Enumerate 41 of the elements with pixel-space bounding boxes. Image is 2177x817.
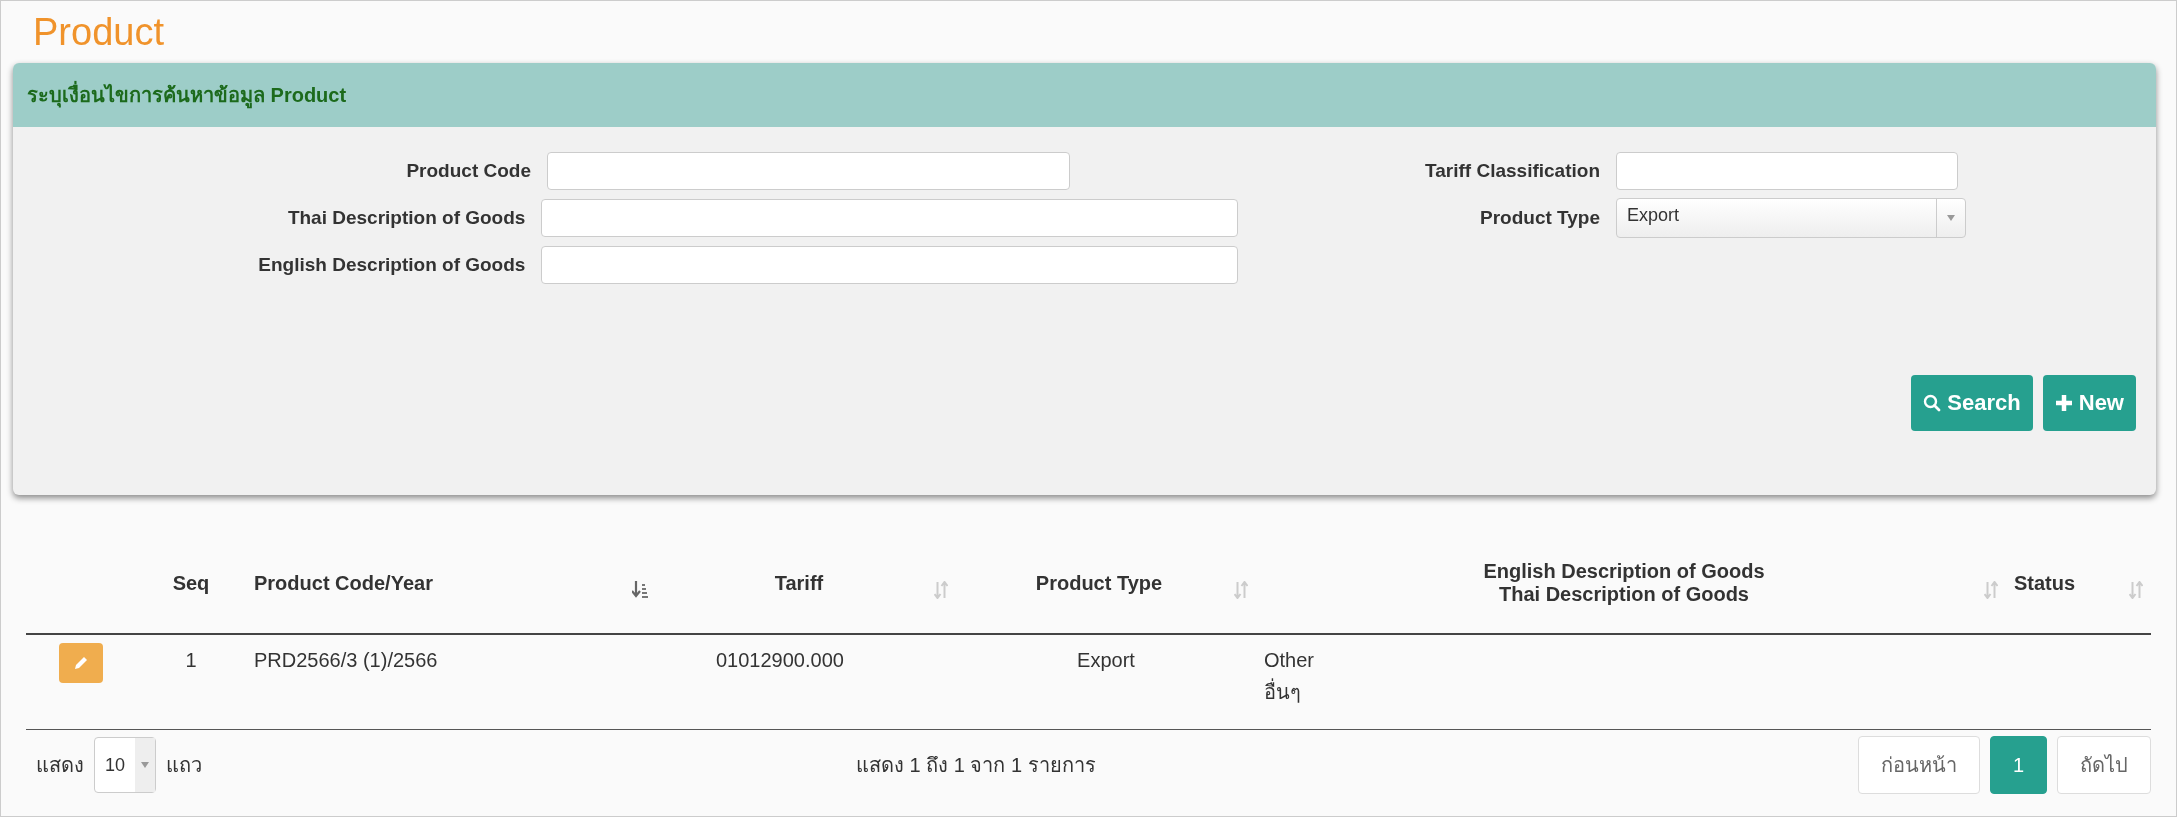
select-field[interactable]: Export <box>1616 198 1966 238</box>
text-field[interactable] <box>541 199 1238 237</box>
pencil-icon <box>73 655 89 671</box>
text-field[interactable] <box>1616 152 1958 190</box>
column-header[interactable]: Product Code/Year <box>254 571 433 595</box>
table-cell: อื่นๆ <box>1264 676 1998 708</box>
caret-icon <box>141 762 150 768</box>
text-field[interactable] <box>541 246 1238 284</box>
text-field[interactable] <box>547 152 1070 190</box>
field-label: English Description of Goods <box>257 254 527 276</box>
column-header[interactable]: Status <box>2014 571 2076 595</box>
column-header[interactable]: Tariff <box>664 571 934 595</box>
page-title: Product <box>33 10 165 55</box>
field-label: Tariff Classification <box>1424 160 1601 182</box>
sort-icon[interactable] <box>934 581 948 599</box>
pagination-button[interactable]: ก่อนหน้า <box>1857 736 1980 794</box>
column-header[interactable]: Seq <box>172 571 210 595</box>
rows-label: แถว <box>166 753 203 778</box>
table-cell: 01012900.000 <box>716 649 844 671</box>
caret-icon <box>1947 215 1955 221</box>
sort-ascending-icon[interactable] <box>632 581 648 599</box>
field-label: Product Code <box>405 160 532 182</box>
field-label: Product Type <box>1479 207 1601 229</box>
table-cell: 1 <box>185 649 197 671</box>
page-size-select[interactable]: 10 <box>94 737 157 793</box>
edit-button[interactable] <box>59 643 103 683</box>
search-icon <box>1923 394 1942 412</box>
sort-icon[interactable] <box>1234 581 1248 599</box>
sort-icon[interactable] <box>2129 581 2143 599</box>
panel-title: ระบุเงื่อนไขการค้นหาข้อมูล Product <box>27 79 347 111</box>
field-label: Thai Description of Goods <box>286 207 527 229</box>
pagination-button[interactable]: ถัดไป <box>2057 736 2151 794</box>
plus-icon <box>2054 394 2073 412</box>
sort-icon[interactable] <box>1984 581 1998 599</box>
column-header[interactable]: Product Type <box>964 571 1234 595</box>
summary-text: แสดง 1 ถึง 1 จาก 1 รายการ <box>855 753 1097 778</box>
table-cell-text: Other <box>1264 649 1316 672</box>
column-header[interactable]: English Description of Goods Thai Description of Goods <box>1264 560 1984 606</box>
table-cell: Export <box>1077 649 1135 671</box>
table-cell: PRD2566/3 (1)/2566 <box>254 649 438 671</box>
show-label: แสดง <box>36 753 84 778</box>
